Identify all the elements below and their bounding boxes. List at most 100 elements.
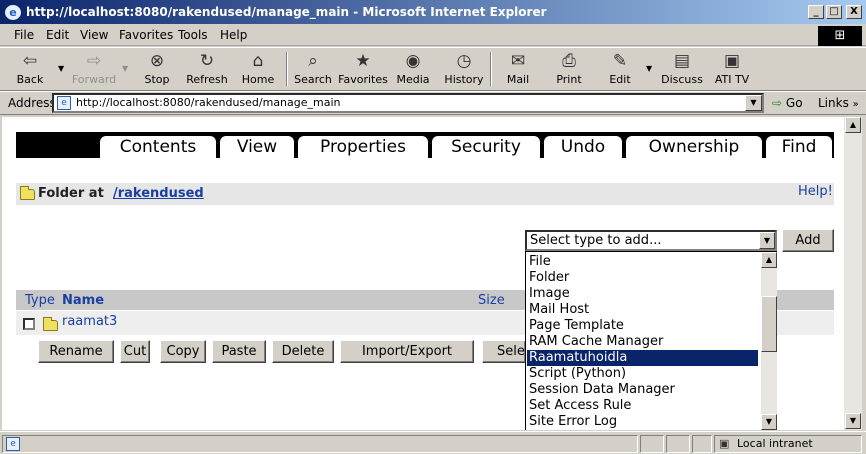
media-button[interactable]: ◉ Media [394,50,432,90]
dropdown-option-highlighted[interactable]: Raamatuhoidla [527,350,758,366]
tab-find[interactable]: Find [766,136,832,158]
back-dropdown-icon[interactable]: ▼ [58,64,64,73]
address-dropdown-button[interactable]: ▼ [745,95,762,111]
home-button[interactable]: ⌂ Home [238,50,278,90]
dropdown-option[interactable]: File [528,254,551,270]
close-button[interactable]: X [846,5,862,19]
dropdown-scrollbar[interactable]: ▲ ▼ [761,252,777,430]
history-button[interactable]: ◷ History [444,50,484,90]
forward-dropdown-icon[interactable]: ▼ [122,64,128,73]
dropdown-option[interactable]: Site Error Log [528,414,617,430]
tab-properties[interactable]: Properties [298,136,428,158]
dropdown-option[interactable]: Image [528,286,570,302]
dropdown-option[interactable]: Page Template [528,318,624,334]
select-all-button[interactable]: Sele [482,340,526,363]
edit-button[interactable]: ✎ Edit [604,50,636,90]
print-button[interactable]: ⎙ Print [552,50,586,90]
scroll-up-icon[interactable]: ▲ [761,252,777,268]
row-checkbox[interactable] [23,318,35,330]
folder-label: Folder at [38,186,104,201]
status-pane [666,435,690,453]
discuss-button[interactable]: ▤ Discuss [660,50,704,90]
page-icon: e [57,96,71,110]
dropdown-option[interactable]: Set Access Rule [528,398,631,414]
status-pane [640,435,664,453]
back-button[interactable]: ⇦ Back [10,50,50,90]
go-button[interactable]: ⇨ Go [772,96,803,110]
dropdown-option[interactable]: Session Data Manager [528,382,675,398]
paste-button[interactable]: Paste [212,340,266,363]
folder-bar: Folder at /rakendused [16,183,834,205]
address-input[interactable]: e http://localhost:8080/rakendused/manag… [52,93,764,113]
refresh-button[interactable]: ↻ Refresh [184,50,230,90]
window-title: http://localhost:8080/rakendused/manage_… [26,5,547,19]
add-type-selected: Select type to add... [530,233,662,248]
toolbar-separator [490,52,492,86]
tab-security[interactable]: Security [432,136,540,158]
add-button[interactable]: Add [782,229,834,252]
help-link[interactable]: Help! [798,184,833,199]
scroll-down-icon[interactable]: ▼ [761,414,777,430]
refresh-icon: ↻ [199,51,215,71]
column-name[interactable]: Name [62,293,104,308]
intranet-icon: ▣ [719,437,730,450]
tv-icon: ▣ [723,51,741,71]
mail-icon: ✉ [510,51,526,71]
scroll-down-icon[interactable]: ▼ [845,413,861,429]
stop-button[interactable]: ⊗ Stop [138,50,176,90]
menu-view[interactable]: View [80,28,108,42]
forward-button[interactable]: ⇨ Forward [70,50,118,90]
windows-logo-icon: ⊞ [818,26,862,46]
address-bar: Address e http://localhost:8080/rakendus… [0,91,866,115]
dropdown-option[interactable]: Script (Python) [528,366,626,382]
menu-file[interactable]: File [14,28,34,42]
page-scrollbar[interactable]: ▲ ▼ [844,117,862,430]
title-bar: e http://localhost:8080/rakendused/manag… [0,0,866,24]
back-arrow-icon: ⇦ [22,51,38,71]
ati-tv-button[interactable]: ▣ ATI TV [712,50,752,90]
toolbar-separator [286,52,288,86]
tab-view[interactable]: View [220,136,294,158]
tab-ownership[interactable]: Ownership [626,136,762,158]
dropdown-option[interactable]: RAM Cache Manager [528,334,663,350]
rename-button[interactable]: Rename [38,340,114,363]
go-arrow-icon: ⇨ [772,96,783,110]
chevron-down-icon[interactable]: ▼ [759,232,775,249]
favorites-button[interactable]: ★ Favorites [338,50,388,90]
menu-tools[interactable]: Tools [178,28,208,42]
cut-button[interactable]: Cut [120,340,150,363]
add-type-select[interactable]: Select type to add... ▼ [525,230,777,251]
column-type[interactable]: Type [25,293,55,308]
scrollbar-thumb[interactable] [761,296,777,352]
address-label: Address [8,96,56,110]
printer-icon: ⎙ [562,51,576,71]
import-export-button[interactable]: Import/Export [340,340,474,363]
dropdown-option[interactable]: Mail Host [528,302,589,318]
dropdown-option[interactable]: Folder [528,270,569,286]
address-url: http://localhost:8080/rakendused/manage_… [76,96,341,109]
tab-undo[interactable]: Undo [544,136,622,158]
edit-dropdown-icon[interactable]: ▼ [646,64,652,73]
status-pane [692,435,712,453]
zone-label: Local intranet [737,437,813,450]
folder-icon [43,317,58,331]
copy-button[interactable]: Copy [160,340,206,363]
tab-contents[interactable]: Contents [100,136,216,158]
delete-button[interactable]: Delete [272,340,334,363]
menu-help[interactable]: Help [220,28,247,42]
item-name-link[interactable]: raamat3 [62,314,117,329]
folder-path-link[interactable]: /rakendused [113,186,204,201]
add-type-dropdown-list: File Folder Image Mail Host Page Templat… [525,251,777,430]
search-button[interactable]: ⌕ Search [292,50,334,90]
minimize-button[interactable]: _ [808,5,824,19]
links-button[interactable]: Links » [818,96,859,110]
menu-edit[interactable]: Edit [46,28,69,42]
scroll-up-icon[interactable]: ▲ [845,117,861,133]
column-size[interactable]: Size [478,293,505,308]
edit-page-icon: ✎ [612,51,628,71]
menu-bar: File Edit View Favorites Tools Help [0,24,866,46]
stop-icon: ⊗ [149,51,165,71]
maximize-button[interactable]: □ [826,5,842,19]
mail-button[interactable]: ✉ Mail [500,50,536,90]
menu-favorites[interactable]: Favorites [119,28,173,42]
